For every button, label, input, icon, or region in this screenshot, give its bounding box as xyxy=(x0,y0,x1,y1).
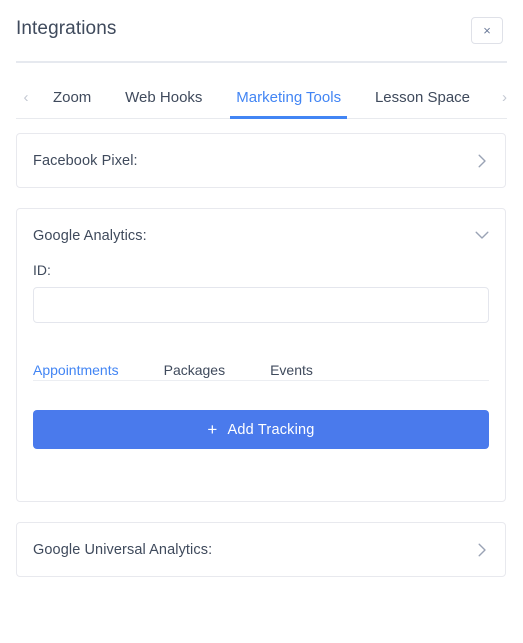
card-facebook-pixel-title: Facebook Pixel: xyxy=(33,152,138,169)
page-title: Integrations xyxy=(16,18,117,39)
card-facebook-pixel-header[interactable]: Facebook Pixel: xyxy=(17,134,505,187)
modal-header: Integrations × xyxy=(0,0,523,63)
tab-strip: ‹ Zoom Web Hooks Marketing Tools Lesson … xyxy=(16,78,507,119)
chevron-right-icon[interactable] xyxy=(475,543,489,557)
ga-subtab-list: Appointments Packages Events xyxy=(33,353,489,381)
card-google-universal-analytics-title: Google Universal Analytics: xyxy=(33,541,213,558)
ga-subtab-events[interactable]: Events xyxy=(270,360,313,380)
close-button[interactable]: × xyxy=(471,17,503,44)
card-google-universal-analytics: Google Universal Analytics: xyxy=(16,522,506,577)
ga-subtab-appointments[interactable]: Appointments xyxy=(33,360,119,380)
ga-id-input[interactable] xyxy=(33,287,489,323)
integrations-modal: Integrations × ‹ Zoom Web Hooks Marketin… xyxy=(0,0,523,643)
card-google-analytics-body: ID: Appointments Packages Events + Add T… xyxy=(17,262,505,501)
tab-list: Zoom Web Hooks Marketing Tools Lesson Sp… xyxy=(36,78,487,119)
chevron-down-icon[interactable] xyxy=(475,229,489,243)
plus-icon: + xyxy=(207,420,218,439)
chevron-right-icon[interactable] xyxy=(475,154,489,168)
ga-subtab-packages[interactable]: Packages xyxy=(164,360,225,380)
add-tracking-button[interactable]: + Add Tracking xyxy=(33,410,489,449)
ga-id-label: ID: xyxy=(33,262,51,278)
card-google-analytics-header[interactable]: Google Analytics: xyxy=(17,209,505,262)
card-bottom-spacer xyxy=(33,449,489,479)
tab-marketing-tools[interactable]: Marketing Tools xyxy=(230,78,347,119)
tab-lesson-space[interactable]: Lesson Space xyxy=(373,78,472,118)
tab-zoom[interactable]: Zoom xyxy=(51,78,93,118)
tabs-scroll-left-icon[interactable]: ‹ xyxy=(16,78,36,118)
tab-web-hooks[interactable]: Web Hooks xyxy=(123,78,204,118)
add-tracking-label: Add Tracking xyxy=(227,421,315,438)
integrations-list: Facebook Pixel: Google Analytics: ID: Ap… xyxy=(16,133,506,643)
card-facebook-pixel: Facebook Pixel: xyxy=(16,133,506,188)
card-google-analytics: Google Analytics: ID: Appointments Packa… xyxy=(16,208,506,502)
card-google-analytics-title: Google Analytics: xyxy=(33,227,147,244)
header-divider xyxy=(16,61,507,63)
card-google-universal-analytics-header[interactable]: Google Universal Analytics: xyxy=(17,523,505,576)
tabs-scroll-right-icon[interactable]: › xyxy=(487,78,507,118)
